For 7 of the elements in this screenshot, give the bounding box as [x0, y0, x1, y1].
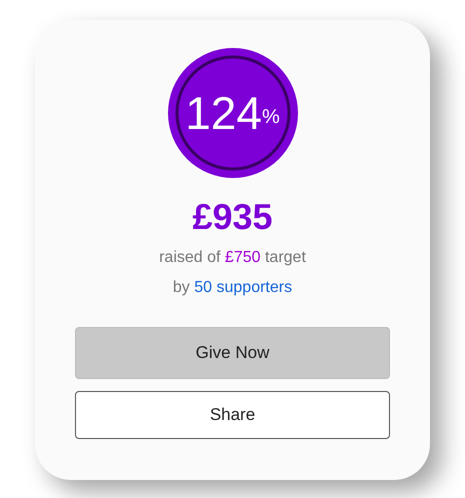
give-button[interactable]: Give Now [75, 327, 390, 379]
raised-amount: £935 [192, 195, 273, 239]
percent-unit: % [262, 107, 280, 127]
target-text: raised of £750 target [159, 248, 306, 268]
share-button[interactable]: Share [75, 391, 390, 439]
supporters-text: by 50 supporters [172, 278, 292, 298]
percent-value: 124 [185, 90, 262, 136]
